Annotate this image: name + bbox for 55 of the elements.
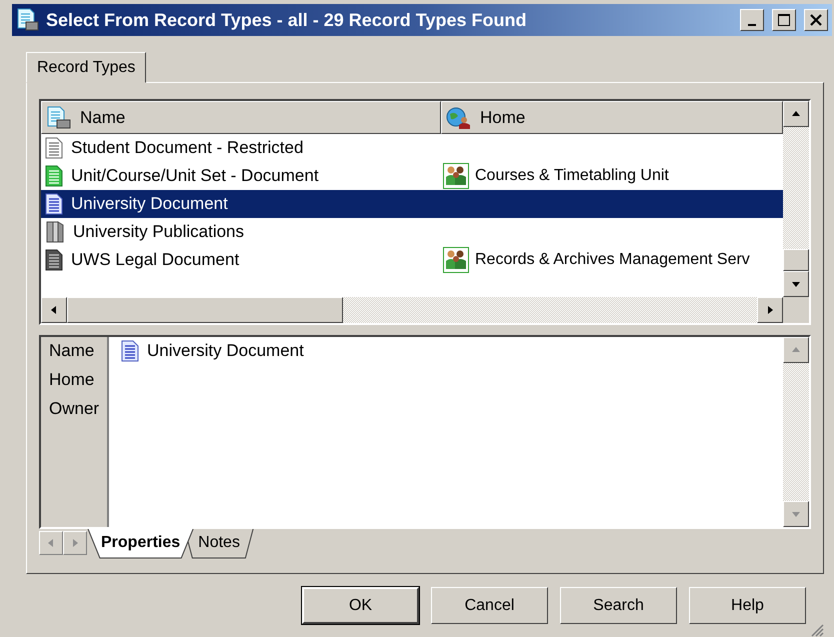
- column-header[interactable]: Name: [41, 101, 441, 134]
- tab-scroll-left-button[interactable]: [39, 531, 63, 555]
- scroll-thumb[interactable]: [783, 249, 809, 271]
- globe-icon: [446, 106, 472, 130]
- maximize-button[interactable]: [772, 9, 796, 31]
- scroll-thumb[interactable]: [67, 297, 343, 323]
- tab[interactable]: Properties: [87, 529, 194, 559]
- table-cell: Records & Archives Management Serv: [475, 251, 750, 269]
- close-icon: [809, 13, 823, 27]
- dialog-button[interactable]: OK: [302, 587, 419, 624]
- people-icon: [443, 247, 469, 273]
- table-row[interactable]: University Document: [41, 190, 783, 218]
- scroll-left-button[interactable]: [41, 297, 67, 323]
- close-button[interactable]: [804, 9, 828, 31]
- table-row[interactable]: UWS Legal Document Records & Archives Management Serv: [41, 246, 783, 274]
- scroll-down-button[interactable]: [783, 501, 809, 527]
- tab-scroll-right-button[interactable]: [63, 531, 87, 555]
- table-cell: Unit/Course/Unit Set - Document: [71, 166, 319, 186]
- document-icon: [45, 137, 63, 159]
- scrollbar-corner: [783, 297, 809, 323]
- window-title: Select From Record Types - all - 29 Record Types Found: [46, 10, 528, 30]
- dialog-button[interactable]: Cancel: [431, 587, 548, 624]
- minimize-button[interactable]: [740, 9, 764, 31]
- document-icon: [45, 165, 63, 187]
- table-row[interactable]: Student Document - Restricted: [41, 134, 783, 162]
- table-cell: Student Document - Restricted: [71, 138, 304, 158]
- property-label: Name: [49, 341, 96, 360]
- property-label: Home: [49, 370, 96, 389]
- dialog-button[interactable]: Search: [560, 587, 677, 624]
- table-cell: Courses & Timetabling Unit: [475, 167, 669, 185]
- maximize-icon: [777, 13, 791, 27]
- property-label: Owner: [49, 399, 100, 418]
- document-icon: [121, 340, 139, 362]
- document-icon: [46, 106, 72, 130]
- table-row[interactable]: University Publications: [41, 218, 783, 246]
- tab[interactable]: Record Types: [26, 52, 146, 83]
- dialog-button[interactable]: Help: [689, 587, 806, 624]
- tab[interactable]: Notes: [184, 529, 254, 559]
- table-cell: University Publications: [73, 222, 244, 242]
- scroll-right-button[interactable]: [757, 297, 783, 323]
- resize-grip-icon[interactable]: [810, 623, 824, 637]
- document-icon: [45, 249, 63, 271]
- scroll-up-button[interactable]: [783, 337, 809, 363]
- people-icon: [443, 163, 469, 189]
- binder-icon: [45, 221, 65, 243]
- column-header[interactable]: Home: [441, 101, 783, 134]
- document-icon: [45, 193, 63, 215]
- scroll-down-button[interactable]: [783, 271, 809, 297]
- document-icon: [16, 8, 40, 32]
- property-value: University Document: [147, 340, 304, 360]
- scroll-up-button[interactable]: [783, 101, 809, 127]
- table-cell: UWS Legal Document: [71, 250, 240, 270]
- minimize-icon: [748, 24, 756, 26]
- table-cell: University Document: [71, 194, 228, 214]
- table-row[interactable]: Unit/Course/Unit Set - Document Courses & Timetabling Unit: [41, 162, 783, 190]
